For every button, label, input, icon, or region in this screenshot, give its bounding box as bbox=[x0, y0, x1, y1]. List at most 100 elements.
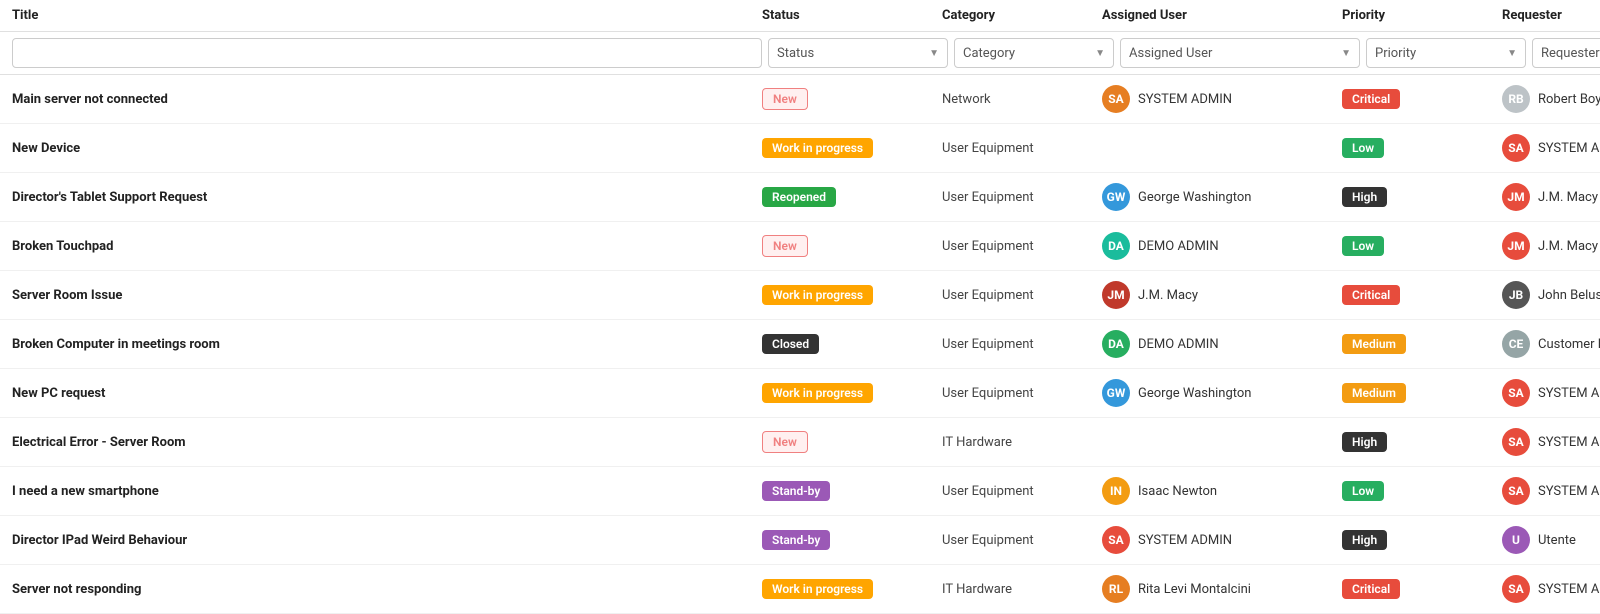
requester-avatar: JB bbox=[1502, 281, 1530, 309]
row-status: New bbox=[762, 235, 942, 257]
row-title: I need a new smartphone bbox=[12, 484, 762, 499]
status-badge: Work in progress bbox=[762, 579, 873, 599]
priority-filter[interactable]: Priority ▼ bbox=[1366, 38, 1526, 68]
row-title: Server not responding bbox=[12, 582, 762, 597]
avatar: GW bbox=[1102, 379, 1130, 407]
row-priority: Medium bbox=[1342, 334, 1502, 354]
title-filter-input[interactable] bbox=[12, 38, 762, 68]
requester-name: SYSTEM AD bbox=[1538, 141, 1600, 156]
priority-badge: High bbox=[1342, 432, 1387, 452]
priority-badge: Low bbox=[1342, 236, 1384, 256]
row-priority: High bbox=[1342, 187, 1502, 207]
row-priority: Critical bbox=[1342, 89, 1502, 109]
row-assigned-user: DADEMO ADMIN bbox=[1102, 232, 1342, 260]
row-requester: SA SYSTEM AD bbox=[1502, 379, 1600, 407]
row-title: Main server not connected bbox=[12, 92, 762, 107]
requester-name: John Belush bbox=[1538, 288, 1600, 303]
row-title: Director IPad Weird Behaviour bbox=[12, 533, 762, 548]
table-row[interactable]: Server not respondingWork in progress IT … bbox=[0, 565, 1600, 614]
row-priority: Critical bbox=[1342, 579, 1502, 599]
table-row[interactable]: Broken Computer in meetings roomClosed Us… bbox=[0, 320, 1600, 369]
requester-filter[interactable]: Requester bbox=[1532, 38, 1600, 68]
assigned-name: George Washington bbox=[1138, 386, 1252, 401]
category-filter[interactable]: Category ▼ bbox=[954, 38, 1114, 68]
row-priority: Low bbox=[1342, 481, 1502, 501]
row-assigned-user: SASYSTEM ADMIN bbox=[1102, 526, 1342, 554]
row-category: User Equipment bbox=[942, 239, 1102, 254]
assigned-name: George Washington bbox=[1138, 190, 1252, 205]
table-row[interactable]: Director IPad Weird BehaviourStand-byUse… bbox=[0, 516, 1600, 565]
requester-avatar: U bbox=[1502, 526, 1530, 554]
table-row[interactable]: Director's Tablet Support RequestReopene… bbox=[0, 173, 1600, 222]
requester-name: SYSTEM AD bbox=[1538, 386, 1600, 401]
row-category: User Equipment bbox=[942, 190, 1102, 205]
row-requester: SASYSTEM AD bbox=[1502, 134, 1600, 162]
table-row[interactable]: New PC requestWork in progress User Equip… bbox=[0, 369, 1600, 418]
row-category: User Equipment bbox=[942, 337, 1102, 352]
avatar: SA bbox=[1102, 85, 1130, 113]
row-title: Broken Computer in meetings room bbox=[12, 337, 762, 352]
table-row[interactable]: Server Room IssueWork in progressUser Eq… bbox=[0, 271, 1600, 320]
priority-badge: High bbox=[1342, 530, 1387, 550]
row-status: New bbox=[762, 88, 942, 110]
table-row[interactable]: New DeviceWork in progress User Equipment… bbox=[0, 124, 1600, 173]
assigned-filter[interactable]: Assigned User ▼ bbox=[1120, 38, 1360, 68]
assigned-filter-arrow: ▼ bbox=[1341, 48, 1351, 59]
row-assigned-user: SASYSTEM ADMIN bbox=[1102, 85, 1342, 113]
row-category: User Equipment bbox=[942, 141, 1102, 156]
row-requester: SASYSTEM AD bbox=[1502, 575, 1600, 603]
row-title: New Device bbox=[12, 141, 762, 156]
row-title: Server Room Issue bbox=[12, 288, 762, 303]
row-requester: SASYSTEM AD bbox=[1502, 428, 1600, 456]
table-row[interactable]: Electrical Error - Server RoomNewIT Hard… bbox=[0, 418, 1600, 467]
status-filter-label: Status bbox=[777, 46, 814, 61]
priority-badge: Low bbox=[1342, 481, 1384, 501]
row-status: Work in progress bbox=[762, 285, 942, 305]
row-priority: Critical bbox=[1342, 285, 1502, 305]
status-badge: Work in progress bbox=[762, 383, 873, 403]
avatar: SA bbox=[1102, 526, 1130, 554]
row-category: IT Hardware bbox=[942, 582, 1102, 597]
col-assigned: Assigned User bbox=[1102, 8, 1342, 23]
status-badge: New bbox=[762, 235, 808, 257]
status-badge: Work in progress bbox=[762, 138, 873, 158]
priority-badge: Medium bbox=[1342, 334, 1406, 354]
requester-name: SYSTEM AD bbox=[1538, 435, 1600, 450]
requester-name: J.M. Macy bbox=[1538, 239, 1598, 254]
row-status: Work in progress bbox=[762, 383, 942, 403]
row-priority: Low bbox=[1342, 236, 1502, 256]
col-category: Category bbox=[942, 8, 1102, 23]
status-badge: Closed bbox=[762, 334, 819, 354]
row-priority: High bbox=[1342, 432, 1502, 452]
row-requester: SASYSTEM AD bbox=[1502, 477, 1600, 505]
row-category: User Equipment bbox=[942, 386, 1102, 401]
status-badge: Stand-by bbox=[762, 481, 830, 501]
row-priority: High bbox=[1342, 530, 1502, 550]
row-assigned-user: INIsaac Newton bbox=[1102, 477, 1342, 505]
table-row[interactable]: Main server not connectedNewNetworkSASYS… bbox=[0, 75, 1600, 124]
row-category: IT Hardware bbox=[942, 435, 1102, 450]
requester-name: SYSTEM AD bbox=[1538, 582, 1600, 597]
table-row[interactable]: Broken TouchpadNewUser EquipmentDADEMO A… bbox=[0, 222, 1600, 271]
requester-name: Utente bbox=[1538, 533, 1576, 548]
requester-avatar: SA bbox=[1502, 379, 1530, 407]
row-priority: Low bbox=[1342, 138, 1502, 158]
category-filter-arrow: ▼ bbox=[1095, 48, 1105, 59]
row-title: Electrical Error - Server Room bbox=[12, 435, 762, 450]
row-title: New PC request bbox=[12, 386, 762, 401]
row-category: Network bbox=[942, 92, 1102, 107]
row-priority: Medium bbox=[1342, 383, 1502, 403]
row-category: User Equipment bbox=[942, 533, 1102, 548]
priority-filter-arrow: ▼ bbox=[1507, 48, 1517, 59]
row-requester: JB John Belush bbox=[1502, 281, 1600, 309]
table-row[interactable]: I need a new smartphoneStand-by User Equi… bbox=[0, 467, 1600, 516]
row-assigned-user: GWGeorge Washington bbox=[1102, 183, 1342, 211]
row-assigned-user: JMJ.M. Macy bbox=[1102, 281, 1342, 309]
table-header-row: Title Status Category Assigned User Prio… bbox=[0, 0, 1600, 32]
row-requester: JMJ.M. Macy bbox=[1502, 232, 1598, 260]
row-status: Work in progress bbox=[762, 579, 942, 599]
priority-badge: High bbox=[1342, 187, 1387, 207]
status-filter[interactable]: Status ▼ bbox=[768, 38, 948, 68]
row-status: Stand-by bbox=[762, 481, 942, 501]
row-category: User Equipment bbox=[942, 484, 1102, 499]
